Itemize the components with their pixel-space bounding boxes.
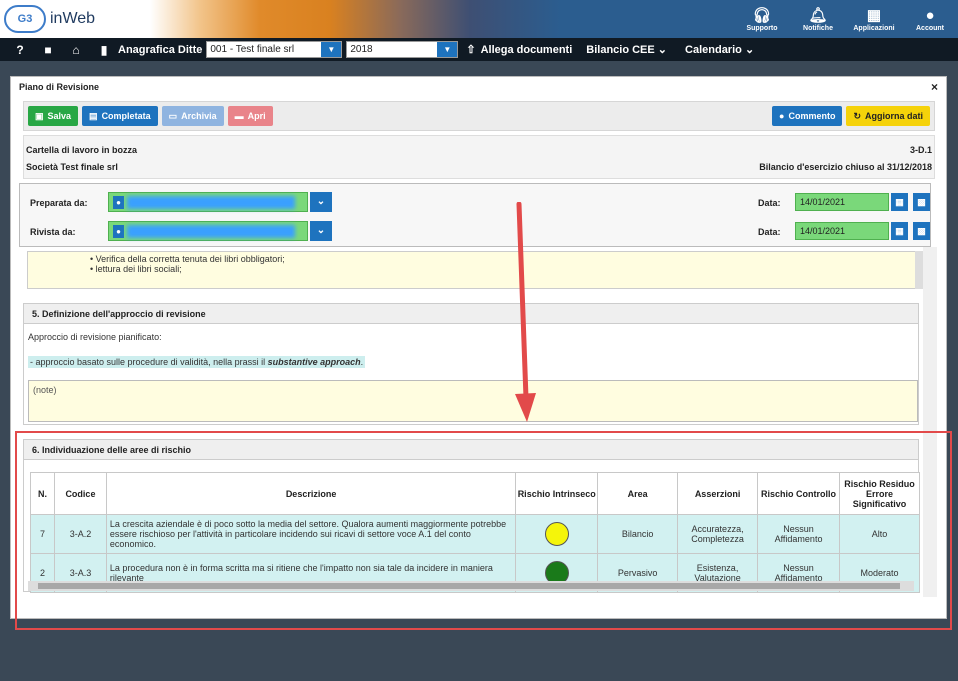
risk-table: N. Codice Descrizione Rischio Intrinseco… (30, 472, 921, 593)
refresh-icon: ↻ (853, 110, 861, 121)
column-header: N. (30, 472, 55, 515)
chevron-down-icon: ▼ (437, 42, 458, 57)
prepared-label: Preparata da: (30, 198, 88, 208)
building-icon: ▮ (100, 42, 108, 57)
comment-button[interactable]: ● Commento (772, 106, 843, 126)
archive-button[interactable]: ▭ Archivia (161, 106, 224, 126)
approach-text: - approccio basato sulle procedure di va… (28, 356, 366, 368)
company-name: Società Test finale srl (26, 161, 118, 172)
calendar-icon[interactable]: ▦ (891, 222, 908, 240)
company-label: Anagrafica Ditte (118, 43, 203, 56)
save-button[interactable]: ▣ Salva (28, 106, 79, 126)
grid-icon: ▦ (866, 6, 882, 24)
section-title: 5. Definizione dell'approccio di revisio… (24, 304, 918, 324)
logo-text: inWeb (50, 10, 96, 27)
scroll-content: • Verifica della corretta tenuta dei lib… (19, 247, 937, 597)
reviewed-label: Rivista da: (30, 227, 76, 237)
attach-documents-link[interactable]: Allega documenti (481, 44, 573, 56)
completed-button[interactable]: ▤ Completata (82, 106, 158, 126)
procedures-textarea[interactable]: • Verifica della corretta tenuta dei lib… (27, 251, 917, 289)
document-code: 3-D.1 (909, 144, 932, 155)
date-label: Data: (758, 227, 781, 237)
date-label: Data: (758, 198, 781, 208)
horizontal-scrollbar[interactable] (28, 581, 914, 591)
action-toolbar: ▣ Salva ▤ Completata ▭ Archivia ▬ Apri ● Comm… (23, 101, 935, 131)
table-row[interactable]: 7 3-A.2 La crescita aziendale è di poco … (30, 514, 921, 554)
calendario-menu[interactable]: Calendario ⌄ (685, 43, 754, 56)
chevron-down-icon: ⌄ (744, 44, 755, 56)
prepared-date-field[interactable]: 14/01/2021 (795, 193, 889, 211)
column-header: Descrizione (105, 472, 517, 515)
app-logo[interactable]: G3 inWeb (4, 5, 95, 33)
comment-icon: ● (779, 111, 785, 121)
revision-plan-modal: Piano di Revisione × ▣ Salva ▤ Completata … (10, 76, 947, 619)
column-header: Rischio Controllo (757, 472, 840, 515)
calendar-today-icon[interactable]: ▩ (913, 222, 930, 240)
open-button[interactable]: ▬ Apri (227, 106, 273, 126)
floppy-icon: ▣ (35, 110, 44, 121)
scrollbar-thumb[interactable] (38, 583, 900, 589)
home-icon[interactable]: ⌂ (62, 43, 90, 57)
user-icon: ● (113, 225, 124, 238)
notes-textarea[interactable]: (note) (28, 380, 918, 422)
redacted-name (127, 196, 295, 209)
modal-title: Piano di Revisione (19, 82, 100, 92)
reviewed-date-field[interactable]: 14/01/2021 (795, 222, 889, 240)
main-navbar: ? ■ ⌂ ▮ Anagrafica Ditte 001 - Test fina… (0, 38, 958, 61)
redacted-name (127, 225, 295, 238)
approach-section: 5. Definizione dell'approccio di revisio… (23, 303, 919, 425)
notifications-button[interactable]: 🔔︎ Notifiche (790, 0, 846, 38)
chevron-down-icon: ⌄ (657, 44, 668, 56)
column-header: Rischio Residuo Errore Significativo (838, 472, 921, 515)
chevron-down-icon[interactable]: ⌄ (310, 221, 332, 241)
update-data-button[interactable]: ↻ Aggiorna dati (846, 106, 930, 126)
top-header: G3 inWeb 🎧︎ Supporto 🔔︎ Notifiche ▦ Applica… (0, 0, 958, 38)
panel-scrollbar[interactable] (923, 247, 937, 597)
user-icon: ● (113, 196, 124, 209)
reviewed-by-field[interactable]: ● (108, 221, 308, 241)
company-select[interactable]: 001 - Test finale srl ▼ (206, 41, 343, 58)
prepared-reviewed-panel: Preparata da: ● ⌄ Rivista da: ● ⌄ Data: … (19, 183, 931, 247)
user-icon: ● (925, 6, 935, 24)
help-icon[interactable]: ? (6, 43, 34, 57)
bilancio-menu[interactable]: Bilancio CEE ⌄ (586, 43, 667, 56)
approach-subtitle: Approccio di revisione pianificato: (28, 332, 162, 342)
column-header: Rischio Intrinseco (515, 472, 599, 515)
applications-button[interactable]: ▦ Applicazioni (846, 0, 902, 38)
bell-icon: 🔔︎ (808, 6, 828, 24)
upload-icon: ⇧ (466, 44, 476, 56)
video-icon[interactable]: ■ (34, 43, 62, 57)
prepared-by-field[interactable]: ● (108, 192, 308, 212)
section-title: 6. Individuazione delle aree di rischio (24, 440, 918, 460)
risk-areas-section: 6. Individuazione delle aree di rischio … (23, 439, 921, 593)
calendar-icon[interactable]: ▦ (891, 193, 908, 211)
headset-icon: 🎧︎ (752, 6, 772, 24)
folder-icon: ▬ (234, 111, 244, 121)
risk-indicator-yellow[interactable] (544, 522, 569, 546)
chevron-down-icon[interactable]: ⌄ (310, 192, 332, 212)
status-text: Cartella di lavoro in bozza (26, 144, 138, 155)
support-button[interactable]: 🎧︎ Supporto (734, 0, 790, 38)
close-icon[interactable]: × (931, 80, 938, 94)
logo-badge: G3 (4, 5, 46, 33)
year-select[interactable]: 2018 ▼ (346, 41, 459, 58)
annotation-arrow (515, 202, 536, 422)
textarea-scrollbar[interactable] (915, 251, 923, 289)
column-header: Area (597, 472, 679, 515)
account-button[interactable]: ● Account (902, 0, 958, 38)
chevron-down-icon: ▼ (321, 42, 342, 57)
column-header: Asserzioni (677, 472, 759, 515)
document-info: Cartella di lavoro in bozza 3-D.1 Società… (23, 135, 935, 179)
clipboard-icon: ▤ (89, 110, 98, 121)
archive-icon: ▭ (168, 110, 178, 121)
column-header: Codice (53, 472, 107, 515)
calendar-today-icon[interactable]: ▩ (913, 193, 930, 211)
period-text: Bilancio d'esercizio chiuso al 31/12/201… (759, 161, 932, 172)
